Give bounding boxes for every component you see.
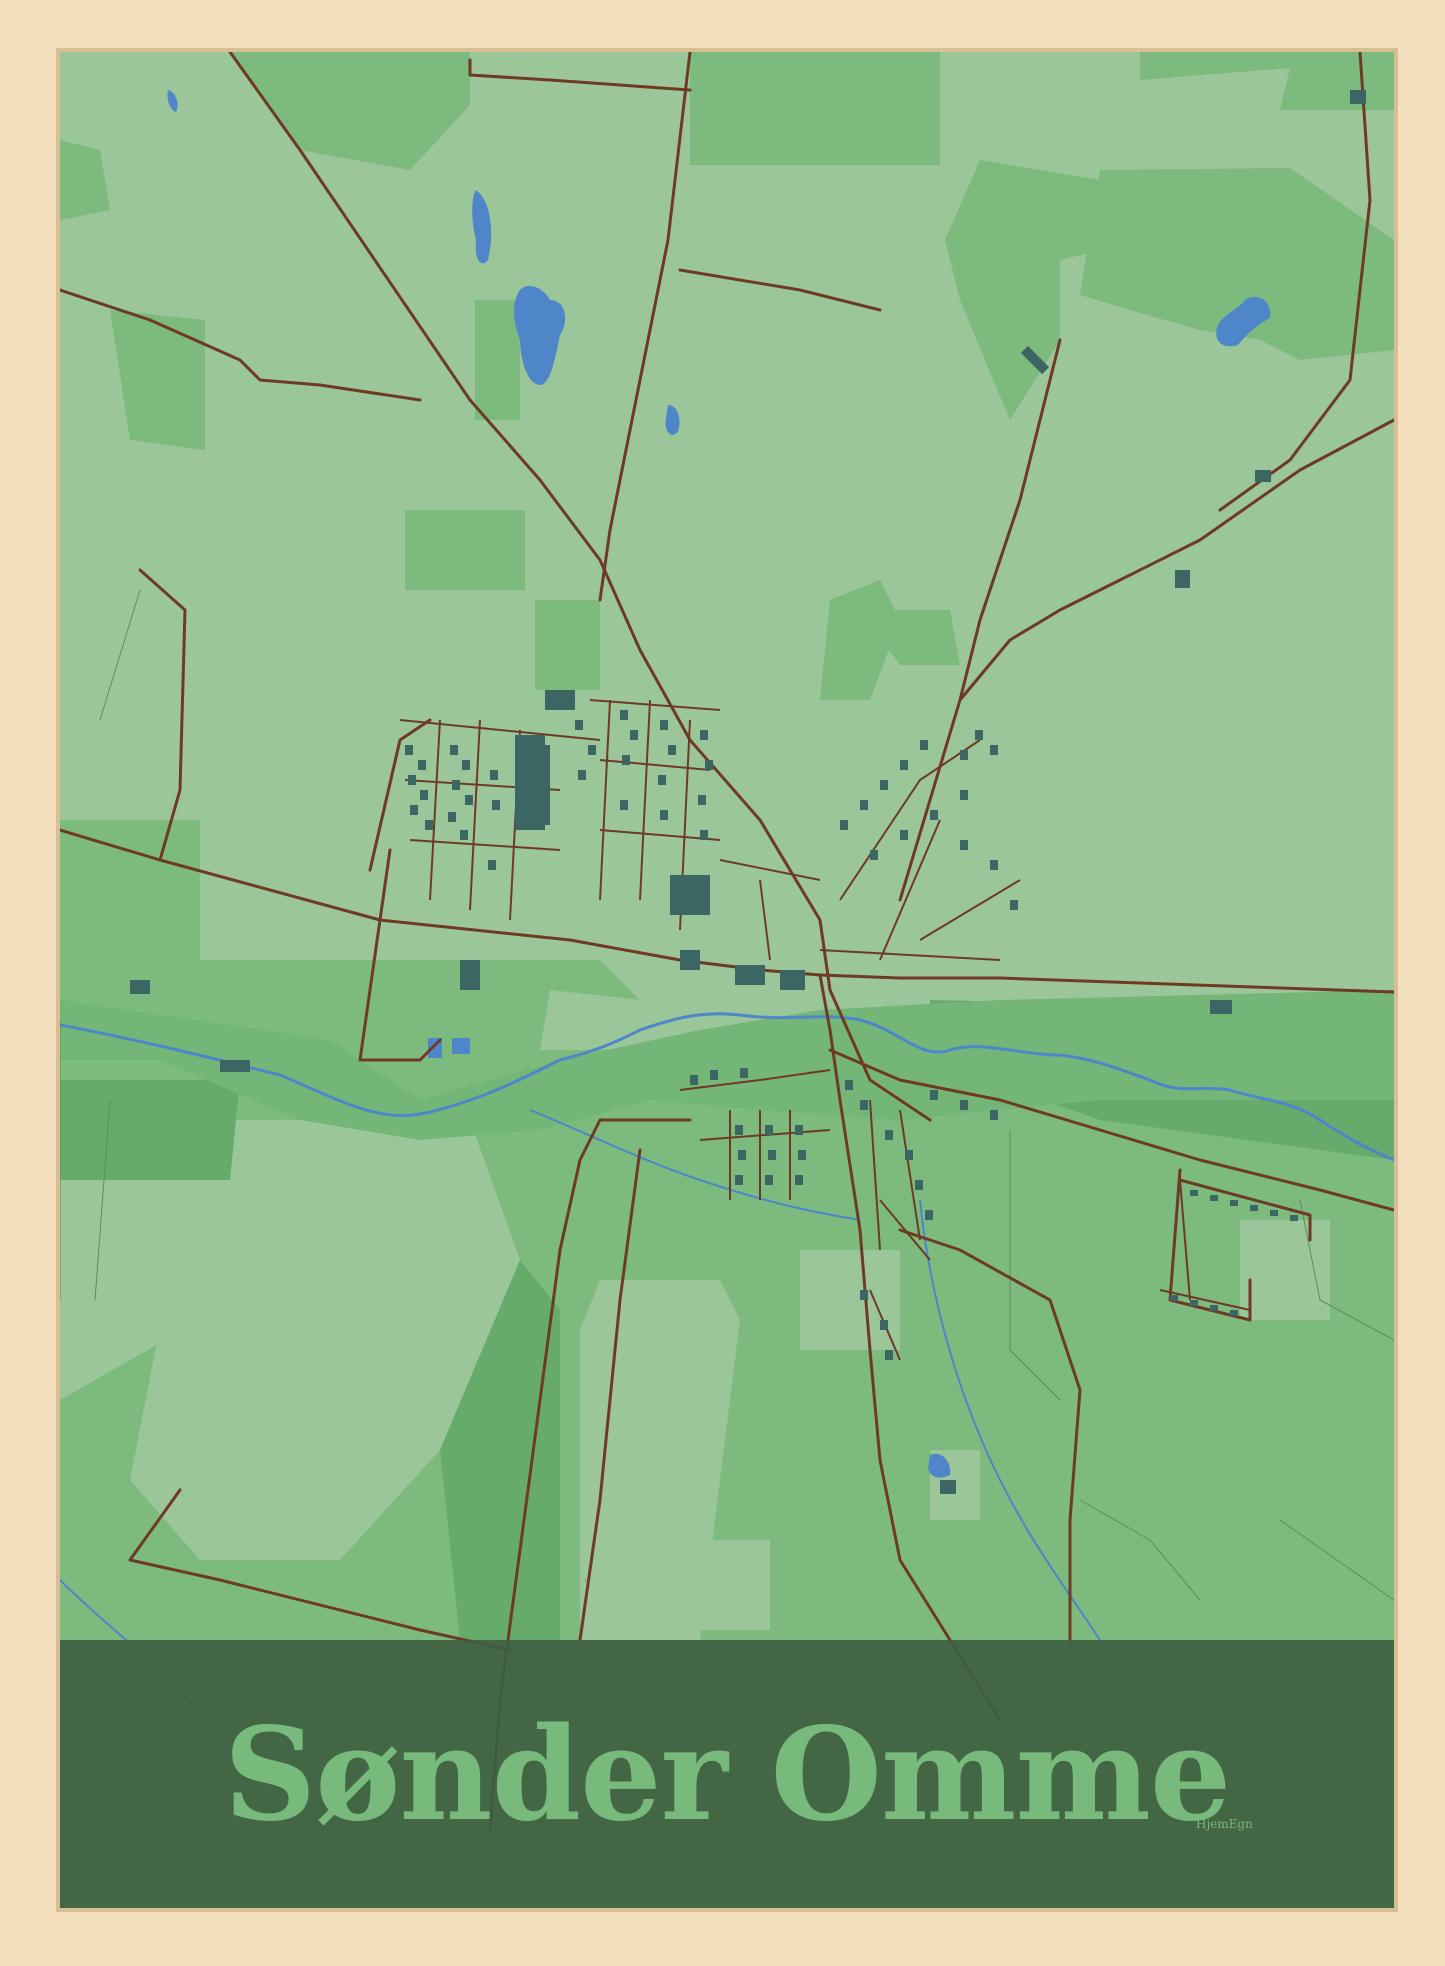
map-area (60, 52, 1394, 1908)
brand-logo-text: HjemEgn (1196, 1817, 1253, 1831)
map-poster: Sønder Omme HjemEgn (0, 0, 1445, 1966)
poster-title: Sønder Omme (223, 1700, 1232, 1850)
framed-map (0, 0, 1445, 1966)
